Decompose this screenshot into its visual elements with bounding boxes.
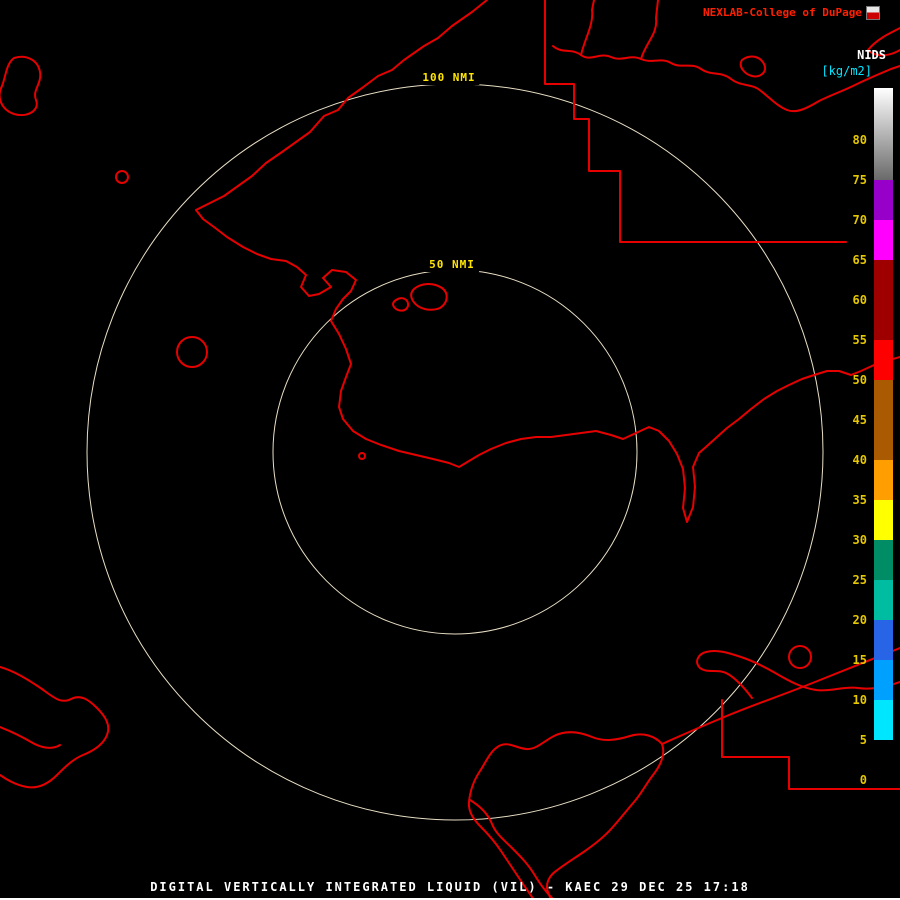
colorbar-tick: 15 — [852, 653, 867, 667]
colorbar-tick: 25 — [852, 573, 867, 587]
boundary-northeast — [544, 0, 847, 243]
colorbar-tick: 20 — [852, 613, 867, 627]
colorbar-segment-sea-green — [874, 540, 893, 580]
peninsula-south-east — [546, 743, 665, 900]
coastline-ne-branch-1 — [580, 0, 595, 56]
island-northeast — [739, 55, 766, 78]
colorbar-tick: 40 — [852, 453, 867, 467]
colorbar-tick: 0 — [859, 773, 867, 787]
brand-text: NEXLAB-College of DuPage — [703, 6, 862, 19]
colorbar-tick: 60 — [852, 293, 867, 307]
colorbar-segment-purple — [874, 180, 893, 220]
colorbar-segment-white-gray-gradient — [874, 88, 893, 180]
islet-northwest — [115, 170, 129, 184]
colorbar: 80 75 70 65 60 55 50 45 40 35 30 25 20 15 10 5 0 — [806, 88, 900, 787]
colorbar-segment-orange — [874, 460, 893, 500]
colorbar-units: [kg/m2] — [821, 64, 872, 78]
colorbar-tick: 50 — [852, 373, 867, 387]
lake-center-a — [410, 283, 448, 311]
colorbar-segment-brown-orange — [874, 380, 893, 460]
colorbar-tick: 10 — [852, 693, 867, 707]
colorbar-bar — [874, 88, 893, 780]
colorbar-segment-red — [874, 340, 893, 380]
colorbar-segment-magenta — [874, 220, 893, 260]
colorbar-tick: 65 — [852, 253, 867, 267]
range-ring-label-100: 100 NMI — [418, 70, 480, 85]
colorbar-segment-dark-red — [874, 260, 893, 340]
colorbar-tick: 45 — [852, 413, 867, 427]
colorbar-segment-teal — [874, 580, 893, 620]
coastline-ne-branch-2 — [640, 0, 659, 60]
colorbar-segment-yellow — [874, 500, 893, 540]
islet-center — [358, 452, 366, 460]
island-northwest — [0, 55, 42, 116]
colorbar-tick: 5 — [859, 733, 867, 747]
colorbar-tick: 70 — [852, 213, 867, 227]
coastline-main — [195, 0, 900, 523]
nexlab-logo-icon — [866, 6, 880, 20]
coastline-southwest-inner — [0, 726, 61, 749]
colorbar-tick: 55 — [852, 333, 867, 347]
colorbar-tick: 75 — [852, 173, 867, 187]
colorbar-segment-blue — [874, 620, 893, 660]
colorbar-segment-black — [874, 740, 893, 780]
lake-center-b — [391, 297, 410, 312]
product-caption: DIGITAL VERTICALLY INTEGRATED LIQUID (VI… — [150, 880, 750, 894]
range-ring-label-50: 50 NMI — [425, 257, 479, 272]
colorbar-segment-azure — [874, 660, 893, 700]
island-west — [176, 336, 208, 368]
peninsula-south-west — [467, 731, 663, 900]
colorbar-title: NIDS — [857, 48, 886, 62]
colorbar-tick: 30 — [852, 533, 867, 547]
colorbar-tick: 80 — [852, 133, 867, 147]
map-outline-layer — [0, 0, 900, 900]
coastline-southwest — [0, 666, 110, 789]
colorbar-tick: 35 — [852, 493, 867, 507]
colorbar-segment-cyan — [874, 700, 893, 740]
